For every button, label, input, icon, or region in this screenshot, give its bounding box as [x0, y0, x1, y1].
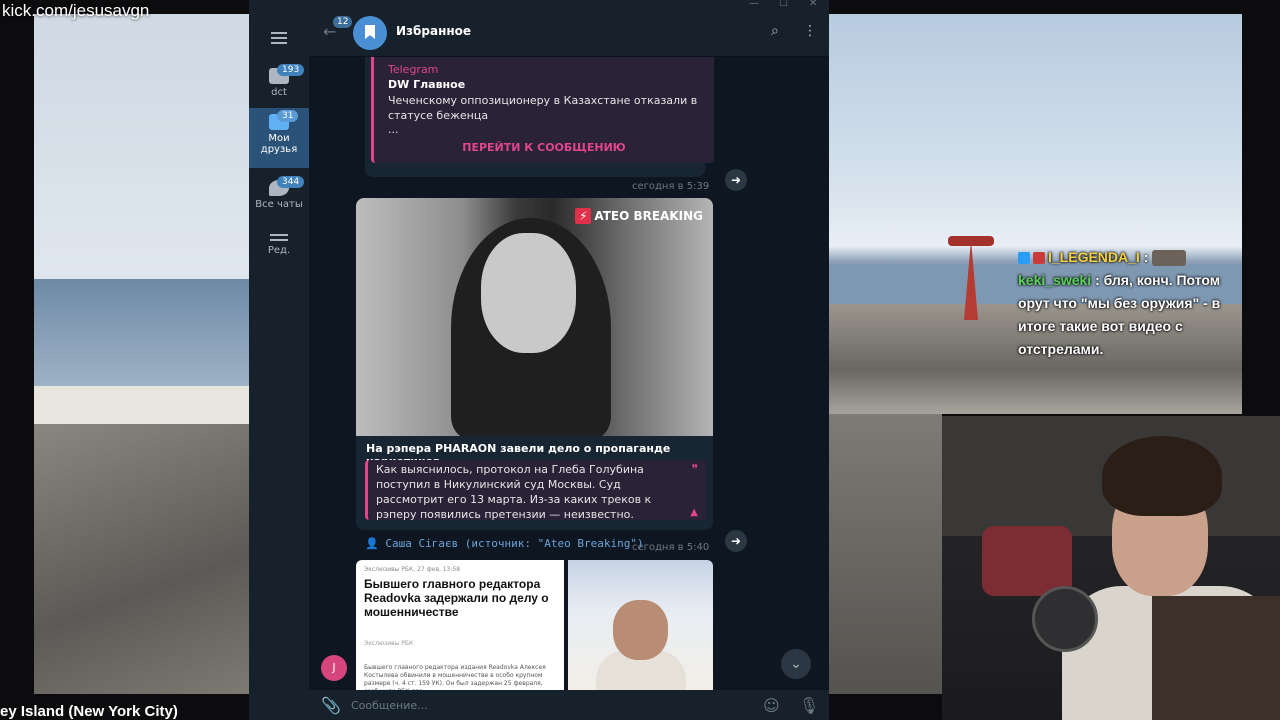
- unread-count: 193: [277, 64, 305, 76]
- news-screenshot[interactable]: Экслюзивы РБК, 27 фев, 13:58 Бывшего гла…: [356, 560, 564, 690]
- user-avatar[interactable]: J: [321, 655, 347, 681]
- unread-count: 31: [277, 110, 299, 122]
- face: [481, 233, 576, 353]
- window-titlebar: — ☐ ✕: [249, 0, 829, 10]
- go-to-message-button[interactable]: ПЕРЕЙТИ К СООБЩЕНИЮ: [374, 141, 714, 154]
- emoji-icon[interactable]: ☺: [763, 696, 780, 715]
- minimize-button[interactable]: —: [749, 0, 759, 9]
- stream-chat: I_LEGENDA_I : keki_sweki : бля, конч. По…: [1018, 246, 1248, 416]
- attach-icon[interactable]: 📎: [321, 696, 341, 715]
- back-unread-count: 12: [333, 16, 353, 28]
- message-time: сегодня в 5:40: [632, 542, 710, 553]
- badge-icon: [1033, 252, 1045, 265]
- chat-username: keki_sweki: [1018, 272, 1092, 288]
- sidebar-item-all-chats[interactable]: 344 Все чаты: [249, 174, 309, 218]
- search-icon[interactable]: ⌕: [771, 23, 779, 39]
- background-scene-lower: [828, 414, 942, 694]
- chat-text: :: [1143, 249, 1149, 265]
- webcam-feed: [942, 416, 1280, 720]
- message-composer: 📎 Сообщение... ☺ 🎙: [309, 690, 829, 720]
- sea: [34, 279, 250, 389]
- sidebar-item-label: dct: [271, 87, 287, 98]
- chat-message: keki_sweki : бля, конч. Потом орут что "…: [1018, 269, 1248, 361]
- quote-icon: ❞: [691, 462, 698, 476]
- stream-watermark: kick.com/jesusavgn: [2, 1, 150, 20]
- share-icon[interactable]: ➜: [725, 169, 747, 191]
- forward-channel: DW Главное: [388, 78, 466, 91]
- telegram-window: — ☐ ✕ 193 dct 31 Мои друзья 344 Все чаты…: [249, 0, 829, 720]
- news-publisher: Экслюзивы РБК: [364, 640, 414, 647]
- forward-ellipsis: ...: [388, 123, 399, 136]
- close-button[interactable]: ✕: [809, 0, 817, 9]
- lightning-icon: ⚡: [575, 208, 592, 224]
- quote-text: Как выяснилось, протокол на Глеба Голуби…: [376, 463, 652, 521]
- news-photo[interactable]: [568, 560, 713, 690]
- sidebar-item-label: Ред.: [267, 245, 291, 256]
- microphone-icon[interactable]: 🎙: [799, 696, 819, 715]
- edit-folders-icon: [270, 234, 288, 241]
- forward-source: Telegram: [388, 63, 439, 76]
- location-caption: ey Island (New York City): [0, 703, 178, 720]
- message-input[interactable]: Сообщение...: [351, 699, 428, 712]
- forwarded-preview[interactable]: Telegram DW Главное Чеченскому оппозицио…: [371, 57, 714, 163]
- news-meta: Экслюзивы РБК, 27 фев, 13:58: [364, 566, 461, 573]
- chat-message: I_LEGENDA_I :: [1018, 246, 1248, 269]
- share-icon[interactable]: ➜: [725, 530, 747, 552]
- streamer-shirt: [1152, 596, 1280, 720]
- more-options-icon[interactable]: ⋮: [803, 23, 817, 39]
- photo-post[interactable]: ⚡ ATEO BREAKING На рэпера PHARAON завели …: [356, 198, 713, 530]
- maximize-button[interactable]: ☐: [779, 0, 788, 9]
- news-body: Бывшего главного редактора издания Reado…: [364, 664, 546, 690]
- beach: [34, 386, 250, 426]
- microphone-icon: [1032, 586, 1098, 652]
- sidebar-item-dct[interactable]: 193 dct: [249, 62, 309, 104]
- news-headline: Бывшего главного редактора Readovka заде…: [364, 577, 549, 619]
- chat-title[interactable]: Избранное: [396, 24, 471, 38]
- background-scene-left: [34, 14, 250, 694]
- message-time: сегодня в 5:39: [632, 181, 710, 192]
- post-quote: Как выяснилось, протокол на Глеба Голуби…: [365, 460, 706, 521]
- folders-sidebar: 193 dct 31 Мои друзья 344 Все чаты Ред.: [249, 10, 309, 720]
- forwarded-message[interactable]: Telegram DW Главное Чеченскому оппозицио…: [365, 57, 714, 177]
- streamer-hair: [1102, 436, 1222, 516]
- chat-username: I_LEGENDA_I: [1048, 249, 1140, 265]
- sidebar-item-label: Все чаты: [255, 199, 303, 210]
- forward-text: Чеченскому оппозиционеру в Казахстане от…: [388, 94, 698, 122]
- emote-icon: [1152, 250, 1187, 267]
- sender-name: 👤 Саша Сігаєв (источник: "Ateo Breaking"…: [365, 537, 644, 550]
- sidebar-item-edit[interactable]: Ред.: [249, 230, 309, 274]
- badge-icon: [1018, 252, 1030, 265]
- parking-lot: [34, 424, 250, 694]
- unread-count: 344: [277, 176, 305, 188]
- scroll-down-button[interactable]: ⌄: [781, 649, 811, 679]
- menu-icon[interactable]: [271, 32, 287, 44]
- sidebar-item-label: Мои друзья: [260, 133, 298, 155]
- bookmark-icon[interactable]: [353, 16, 387, 50]
- ateo-logo: ⚡ ATEO BREAKING: [575, 208, 703, 224]
- chat-header: ← 12 Избранное ⌕ ⋮: [309, 10, 829, 57]
- message-list[interactable]: Telegram DW Главное Чеченскому оппозицио…: [309, 57, 829, 690]
- post-photo[interactable]: ⚡ ATEO BREAKING: [356, 198, 713, 436]
- face: [613, 600, 668, 660]
- news-album[interactable]: Экслюзивы РБК, 27 фев, 13:58 Бывшего гла…: [356, 560, 713, 690]
- collapse-icon[interactable]: ▲: [690, 507, 698, 518]
- sidebar-item-friends[interactable]: 31 Мои друзья: [249, 108, 309, 168]
